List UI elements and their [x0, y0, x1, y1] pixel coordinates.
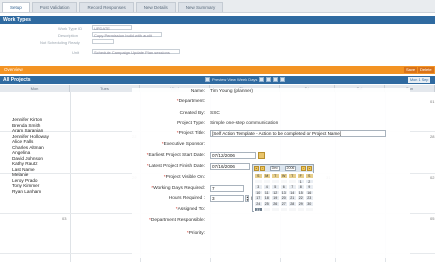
created-by-label: Created By: [179, 111, 205, 116]
day-number: 28 [430, 134, 435, 139]
priority-row: *Priority: [186, 231, 205, 236]
day-number: 02 [430, 175, 435, 180]
day-number: 01 [430, 99, 435, 104]
month-select[interactable]: Dec [269, 166, 280, 171]
today-icon[interactable] [273, 77, 279, 82]
not-scheduling-label: Not Scheduling Ready [40, 40, 80, 45]
calendar-grid: S M T W T F S 1 2 3 4 5 6 7 8 9 10 11 12 13 14 15 16 17 18 19 20 21… [253, 172, 314, 213]
preview-checkbox[interactable] [205, 77, 210, 82]
hours-label: Hours Required : [168, 196, 205, 201]
tab-record-responses[interactable]: Record Responses [79, 2, 134, 12]
calendar-empty-cell [262, 206, 271, 213]
calendar-empty-cell [296, 206, 305, 213]
description-field[interactable]: Copy Permission build with audit table [92, 32, 162, 43]
prev-month-icon[interactable]: ‹ [260, 166, 265, 171]
schedule-controls: Preview View Week Days [205, 77, 286, 82]
view-select[interactable]: Mon 1 Sep [408, 77, 431, 83]
department-label: Department: [178, 99, 205, 104]
calendar-icon[interactable] [258, 152, 265, 159]
tab-new-summary[interactable]: New Summary [177, 2, 224, 12]
finish-date-label: Latest Project Finish Date: [148, 164, 205, 169]
calendar-day[interactable]: 31 [254, 206, 263, 213]
working-days-input[interactable]: 7 [210, 185, 244, 192]
project-type-row: Project Type: Simple one-step communicat… [132, 120, 410, 128]
prev-year-icon[interactable]: « [254, 166, 259, 171]
day-number: 05 [430, 216, 435, 221]
department-responsible-row: *Department Responsible: [148, 218, 205, 223]
overview-bar [0, 66, 435, 74]
project-title-input[interactable]: [Self Action Template - Action to be com… [210, 130, 386, 137]
executive-sponsor-label: Executive Sponsor: [163, 142, 205, 147]
name-row: Name: Tim Young (planner) [132, 88, 410, 96]
assigned-to-label: Assigned To: [177, 207, 205, 212]
name-value: Tim Young (planner) [210, 89, 254, 94]
calendar-empty-cell [279, 206, 288, 213]
date-picker-header: « ‹ Dec 2006 › » [253, 165, 313, 172]
hours-spinner[interactable]: ▲ ▼ [245, 195, 249, 202]
controls-text: Preview View Week Days [212, 77, 258, 82]
tab-strip: Setup Post Validation Record Responses N… [0, 0, 435, 13]
created-by-value: SSC [210, 111, 220, 116]
work-type-id-label: Work Type ID [58, 26, 83, 31]
work-type-form: Work Type ID UPDATE Description Copy Per… [0, 25, 435, 61]
description-label: Description [58, 33, 79, 38]
visible-on-label: Project Visible On: [165, 175, 205, 180]
next-year-icon[interactable]: » [307, 166, 312, 171]
delete-button[interactable]: Delete [418, 67, 434, 73]
next-month-icon[interactable]: › [301, 166, 306, 171]
next-icon[interactable] [266, 77, 272, 82]
refresh-icon[interactable] [280, 77, 286, 82]
year-select[interactable]: 2006 [284, 166, 297, 171]
start-date-label: Earliest Project Start Date: [148, 153, 205, 158]
finish-date-input[interactable]: 07/16/2006 [210, 163, 250, 170]
col-head-mon: Mon [0, 85, 70, 92]
unit-label: Unit [72, 50, 80, 55]
created-by-row: Created By: SSC [132, 110, 410, 118]
unit-field[interactable]: Schedule Campaign Update Plan sessions [92, 49, 180, 55]
start-date-row: *Earliest Project Start Date: 07/12/2006 [132, 152, 410, 160]
tab-setup[interactable]: Setup [2, 2, 30, 12]
work-type-id-field[interactable]: UPDATE [92, 25, 132, 31]
hours-input[interactable]: 3 [210, 195, 244, 202]
day-number: 03 [62, 216, 67, 221]
calendar-empty-cell [288, 206, 297, 213]
section-title-bar: Work Types [0, 16, 435, 24]
project-title-row: *Project Title: [Self Action Template - … [132, 130, 410, 138]
not-scheduling-field[interactable] [92, 39, 114, 44]
project-title-label: Project Title: [178, 131, 205, 136]
save-button[interactable]: Save [404, 67, 418, 73]
calendar-empty-cell [305, 206, 314, 213]
project-type-label: Project Type: [177, 121, 205, 126]
project-type-value: Simple one-step communication [210, 121, 279, 126]
start-date-input[interactable]: 07/12/2006 [210, 152, 256, 159]
working-days-label: Working Days Required: [153, 186, 205, 191]
calendar-empty-cell [271, 206, 280, 213]
date-picker: « ‹ Dec 2006 › » S M T W T F S 1 2 3 4 5 6 7 8 9 10 11 12 1… [252, 164, 314, 213]
tab-post-validation[interactable]: Post Validation [31, 2, 78, 12]
prev-icon[interactable] [259, 77, 265, 82]
list-item[interactable]: Ryan Lanham [12, 189, 49, 195]
department-responsible-label: Department Responsible: [150, 218, 205, 223]
overview-label: Overview [4, 67, 23, 72]
department-row: *Department: [176, 99, 205, 104]
priority-label: Priority: [188, 231, 205, 236]
tab-new-details[interactable]: New Details [135, 2, 176, 12]
executive-sponsor-row: *Executive Sponsor: [161, 142, 205, 147]
app-window: Setup Post Validation Record Responses N… [0, 0, 435, 262]
name-label: Name: [190, 89, 205, 94]
people-list: Jennifer Kirton Brenda Smith Aram Sarani… [12, 117, 49, 194]
